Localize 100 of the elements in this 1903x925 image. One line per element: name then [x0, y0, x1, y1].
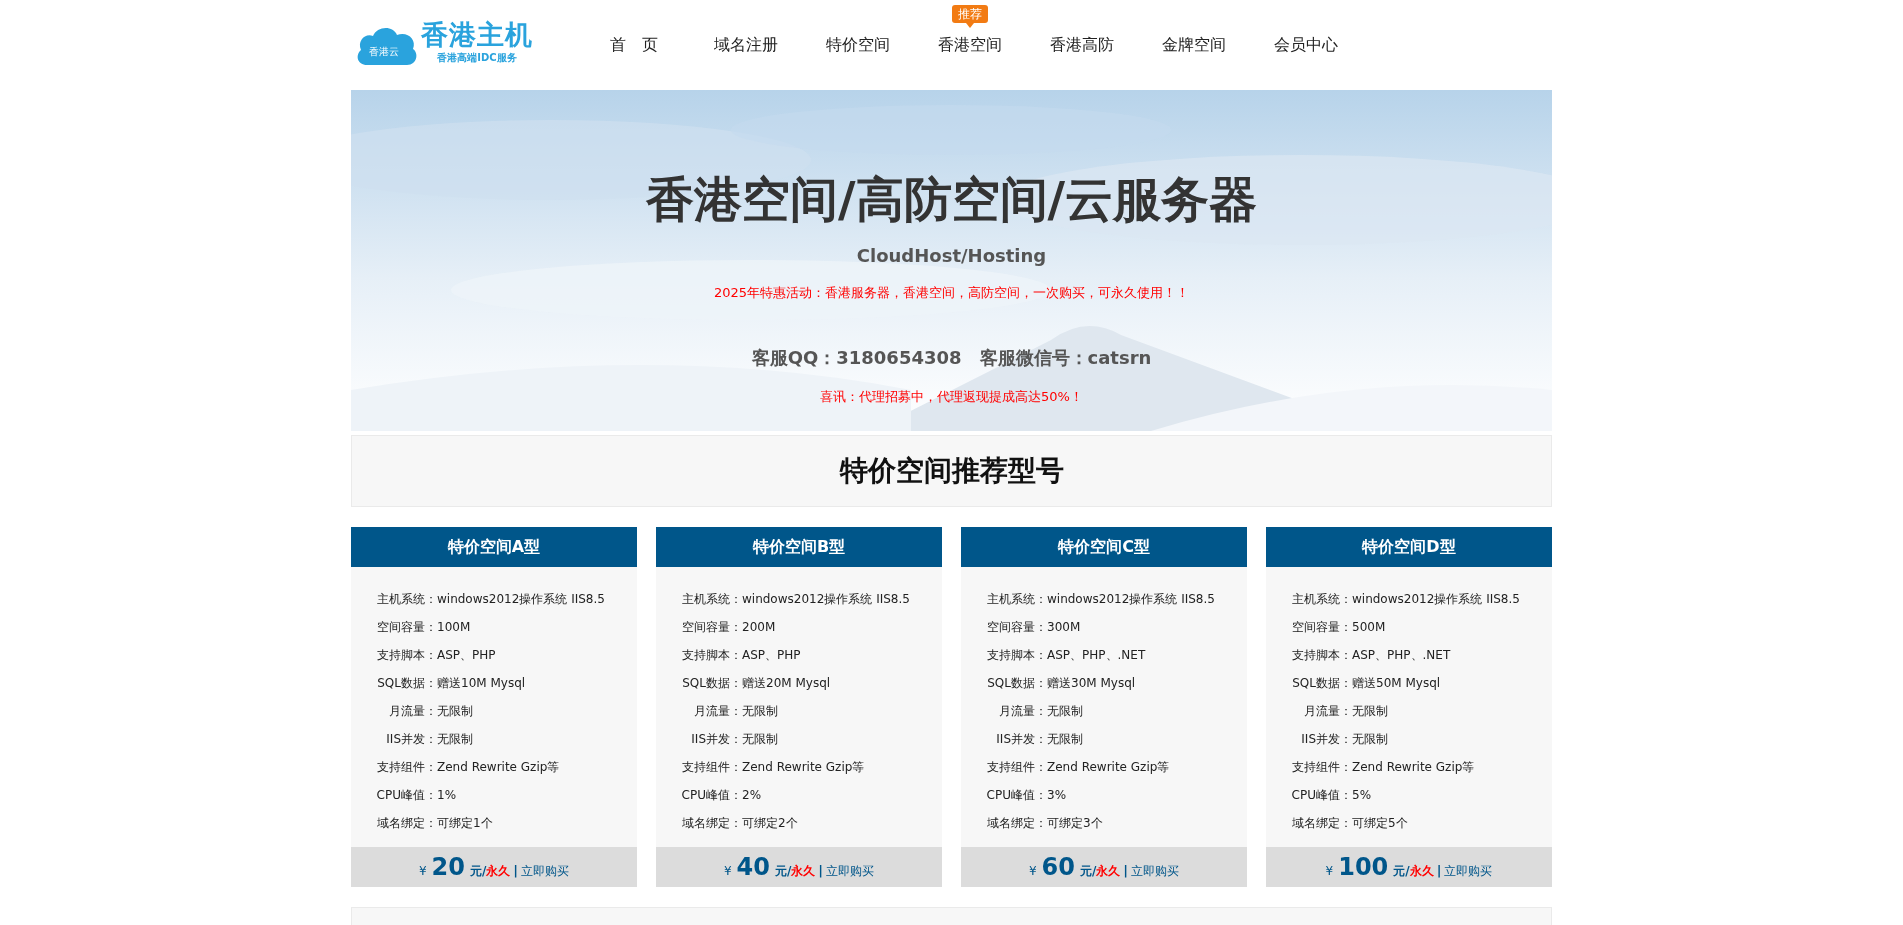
- spec-label: IIS并发：: [690, 730, 742, 748]
- spec-value: windows2012操作系统 IIS8.5: [1047, 590, 1215, 608]
- banner-subtitle: CloudHost/Hosting: [856, 245, 1047, 266]
- spec-value: windows2012操作系统 IIS8.5: [1352, 590, 1520, 608]
- notice-text: 喜讯：代理招募中，代理返现提成高达50%！: [820, 388, 1083, 406]
- spec-label: 主机系统：: [1291, 590, 1352, 608]
- spec-value: 赠送10M Mysql: [437, 674, 526, 692]
- logo-subtitle: 香港高端IDC服务: [437, 51, 517, 65]
- spec-label: 域名绑定：: [1291, 814, 1352, 832]
- nav-link[interactable]: 香港空间: [938, 34, 1002, 56]
- spec-value: 1%: [437, 788, 457, 802]
- nav-link[interactable]: 域名注册: [714, 34, 778, 56]
- buy-link[interactable]: 立即购买: [1444, 863, 1493, 880]
- price-amount: 20: [431, 853, 465, 881]
- spec-label: IIS并发：: [385, 730, 437, 748]
- spec-value: 可绑定3个: [1047, 814, 1103, 832]
- spec-label: 支持脚本：: [1291, 646, 1352, 664]
- spec-value: 无限制: [1352, 702, 1388, 720]
- spec-label: 月流量：: [998, 702, 1047, 720]
- nav-link[interactable]: 会员中心: [1274, 34, 1338, 56]
- spec-label: 域名绑定：: [986, 814, 1047, 832]
- spec-label: 主机系统：: [986, 590, 1047, 608]
- section-title: 特价空间推荐型号: [839, 453, 1064, 489]
- spec-value: 2%: [742, 788, 762, 802]
- nav-link[interactable]: 香港高防: [1050, 34, 1114, 56]
- spec-label: SQL数据：: [1291, 674, 1352, 692]
- nav-link[interactable]: 首 页: [610, 34, 658, 56]
- plan-title: 特价空间D型: [1266, 527, 1552, 567]
- spec-label: 支持脚本：: [681, 646, 742, 664]
- spec-value: 无限制: [1047, 702, 1083, 720]
- spec-value: 无限制: [1047, 730, 1083, 748]
- spec-value: 赠送20M Mysql: [742, 674, 831, 692]
- separator: |: [1436, 863, 1442, 878]
- spec-label: 主机系统：: [681, 590, 742, 608]
- spec-value: 可绑定5个: [1352, 814, 1408, 832]
- spec-value: Zend Rewrite Gzip等: [1352, 758, 1475, 776]
- spec-value: 100M: [437, 620, 471, 634]
- spec-label: 支持组件：: [376, 758, 437, 776]
- spec-value: 可绑定1个: [437, 814, 493, 832]
- banner-title: 香港空间/高防空间/云服务器: [645, 170, 1258, 228]
- spec-label: 月流量：: [388, 702, 437, 720]
- price-term: 永久: [1096, 863, 1121, 880]
- price-unit: 元/: [469, 863, 487, 880]
- plan-title: 特价空间A型: [351, 527, 637, 567]
- spec-label: SQL数据：: [376, 674, 437, 692]
- price-unit: 元/: [1393, 863, 1410, 880]
- buy-link[interactable]: 立即购买: [1131, 863, 1180, 880]
- spec-value: 300M: [1047, 620, 1081, 634]
- currency-symbol: ¥: [1325, 864, 1334, 878]
- spec-label: CPU峰值：: [1290, 786, 1352, 804]
- spec-label: 月流量：: [1303, 702, 1352, 720]
- price-unit: 元/: [774, 863, 792, 880]
- spec-value: 5%: [1352, 788, 1372, 802]
- buy-link[interactable]: 立即购买: [521, 863, 570, 880]
- currency-symbol: ¥: [1028, 864, 1037, 878]
- contact-text: 客服QQ：3180654308 客服微信号：catsrn: [751, 346, 1152, 370]
- spec-label: CPU峰值：: [680, 786, 742, 804]
- spec-label: 主机系统：: [376, 590, 437, 608]
- buy-link[interactable]: 立即购买: [826, 863, 875, 880]
- plan-title: 特价空间B型: [656, 527, 942, 567]
- spec-value: 无限制: [437, 730, 473, 748]
- spec-label: IIS并发：: [995, 730, 1047, 748]
- separator: |: [513, 863, 519, 878]
- spec-label: 空间容量：: [1291, 618, 1352, 636]
- promo-text: 2025年特惠活动：香港服务器，香港空间，高防空间，一次购买，可永久使用！！: [713, 284, 1190, 302]
- spec-value: 赠送30M Mysql: [1047, 674, 1136, 692]
- spec-value: 无限制: [437, 702, 473, 720]
- spec-value: 200M: [742, 620, 776, 634]
- spec-label: SQL数据：: [986, 674, 1047, 692]
- spec-value: windows2012操作系统 IIS8.5: [437, 590, 605, 608]
- spec-value: 无限制: [1352, 730, 1388, 748]
- logo-badge-text: 香港云: [369, 45, 399, 59]
- spec-value: ASP、PHP: [742, 646, 801, 664]
- plan-title: 特价空间C型: [961, 527, 1247, 567]
- spec-value: 3%: [1047, 788, 1067, 802]
- spec-value: ASP、PHP: [437, 646, 496, 664]
- logo-title: 香港主机: [421, 19, 533, 51]
- spec-value: windows2012操作系统 IIS8.5: [742, 590, 910, 608]
- spec-label: 支持脚本：: [986, 646, 1047, 664]
- spec-label: SQL数据：: [681, 674, 742, 692]
- spec-value: ASP、PHP、.NET: [1352, 646, 1451, 664]
- spec-label: 月流量：: [693, 702, 742, 720]
- spec-value: Zend Rewrite Gzip等: [742, 758, 865, 776]
- price-term: 永久: [791, 863, 816, 880]
- separator: |: [818, 863, 824, 878]
- price-amount: 100: [1338, 853, 1389, 881]
- price-term: 永久: [486, 863, 511, 880]
- spec-label: 空间容量：: [681, 618, 742, 636]
- price-term: 永久: [1409, 863, 1434, 880]
- spec-value: 赠送50M Mysql: [1352, 674, 1441, 692]
- spec-label: 域名绑定：: [376, 814, 437, 832]
- spec-label: 空间容量：: [986, 618, 1047, 636]
- spec-label: CPU峰值：: [375, 786, 437, 804]
- price-unit: 元/: [1079, 863, 1097, 880]
- nav-link[interactable]: 特价空间: [826, 34, 890, 56]
- spec-value: 无限制: [742, 702, 778, 720]
- nav-link[interactable]: 金牌空间: [1162, 34, 1226, 56]
- separator: |: [1123, 863, 1129, 878]
- spec-label: 支持组件：: [681, 758, 742, 776]
- spec-value: 500M: [1352, 620, 1386, 634]
